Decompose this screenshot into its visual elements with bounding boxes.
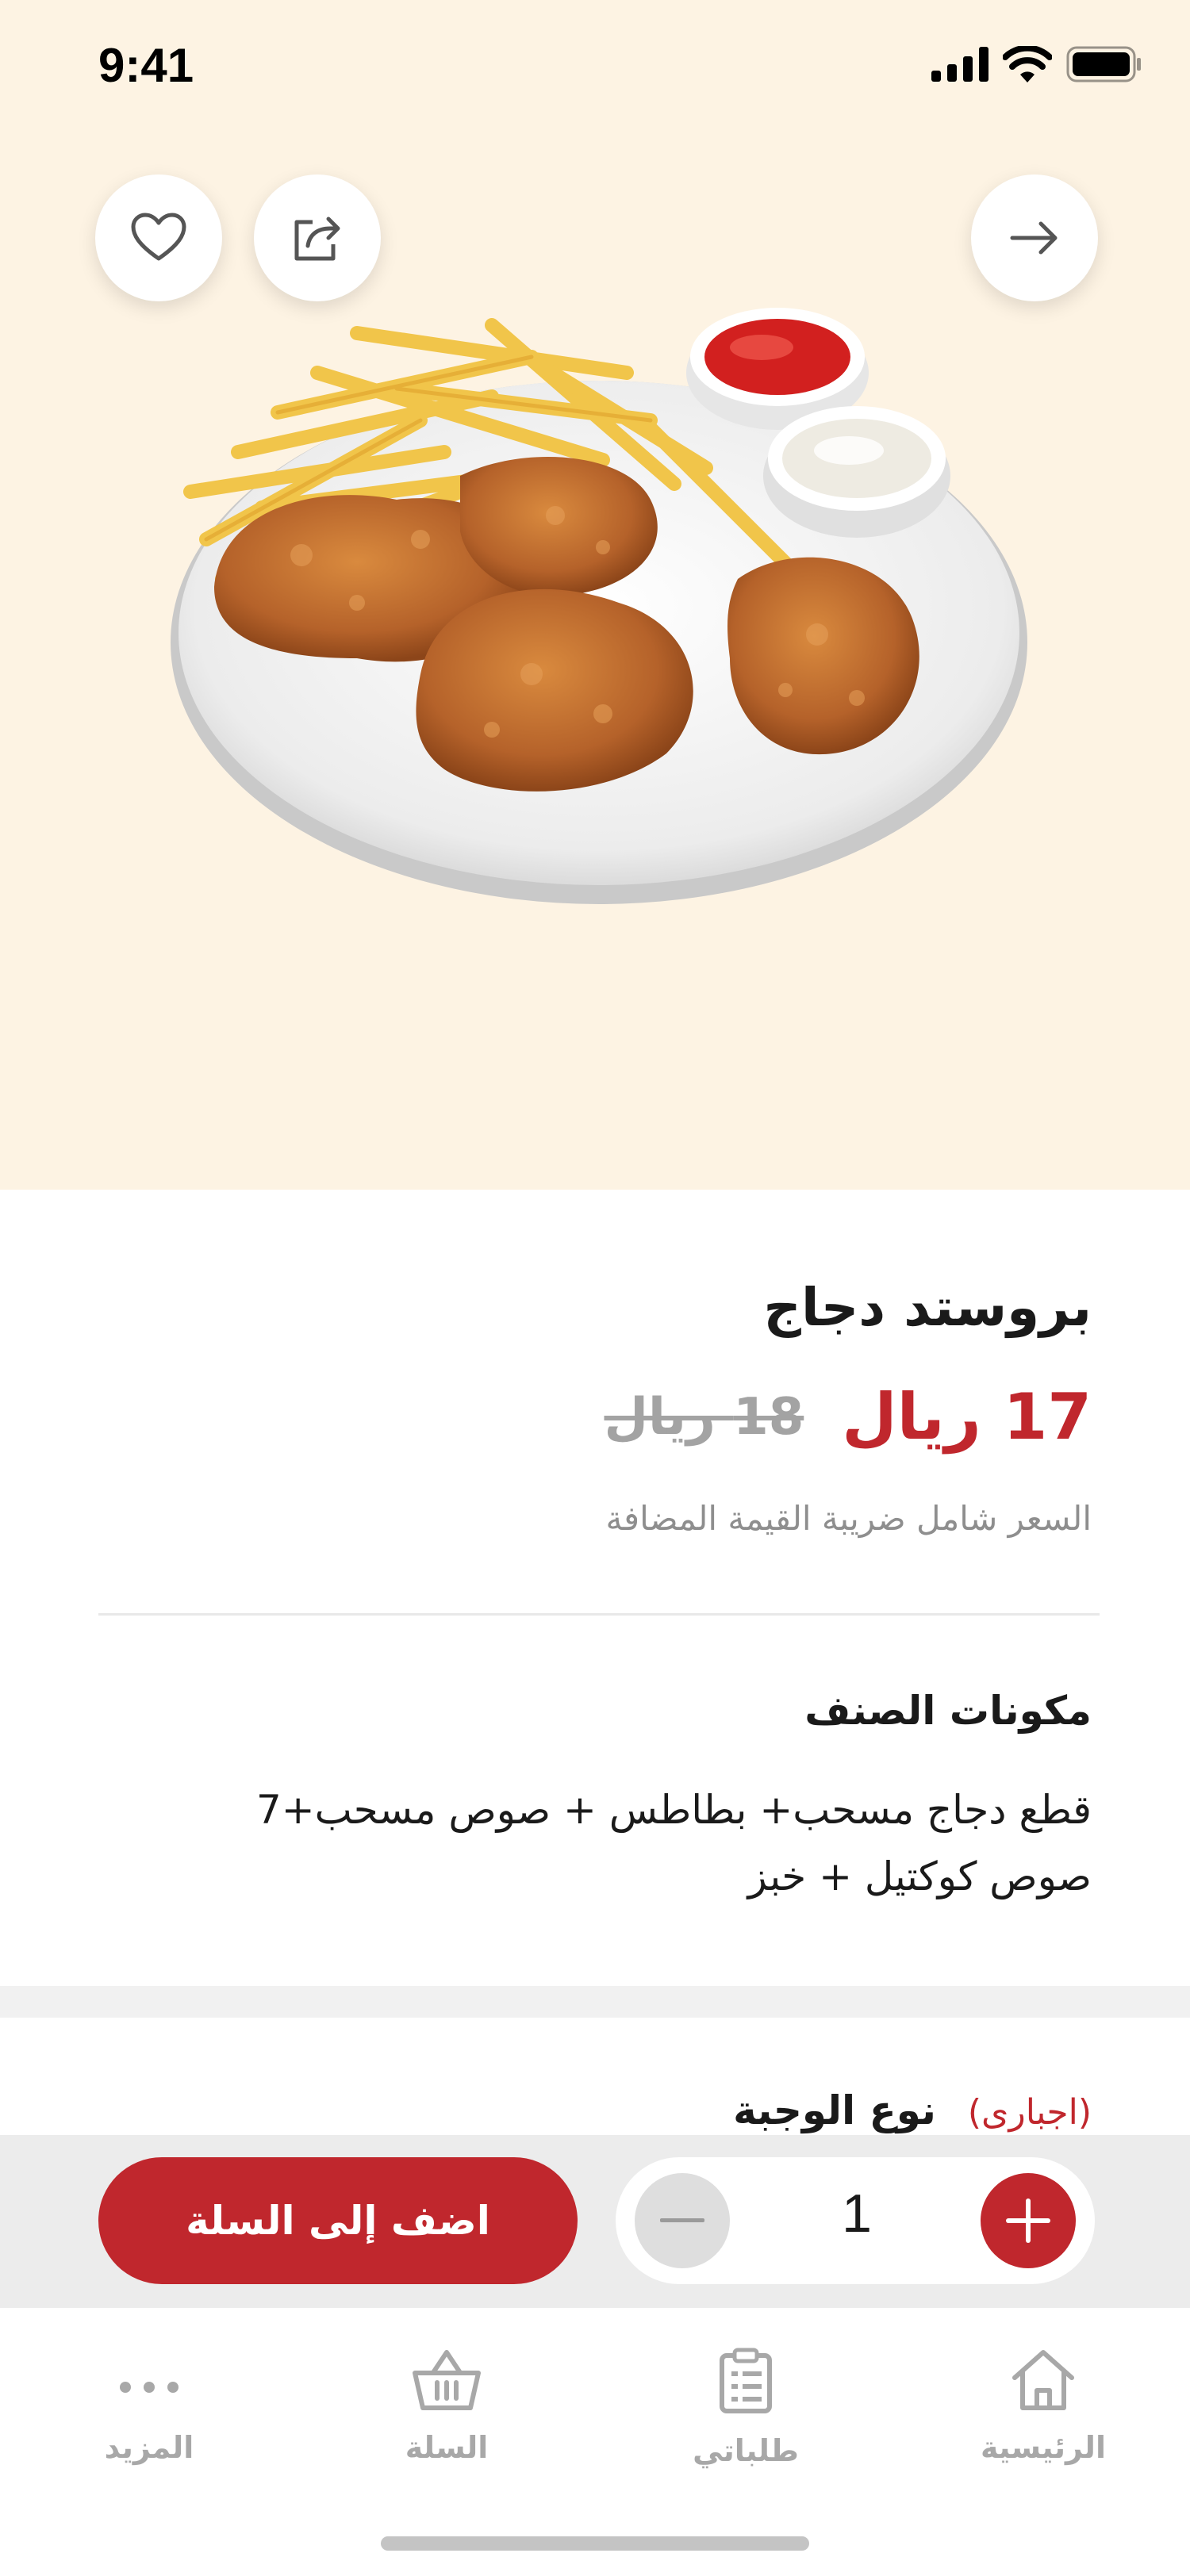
more-icon: [120, 2382, 178, 2393]
orders-icon: [720, 2348, 772, 2413]
nav-label-orders: طلباتي: [693, 2433, 799, 2468]
home-indicator: [381, 2536, 809, 2551]
heart-icon: [131, 213, 186, 261]
minus-icon: [660, 2218, 704, 2222]
nav-label-more: المزيد: [104, 2430, 194, 2465]
product-image: [171, 308, 1027, 904]
divider: [98, 1613, 1100, 1616]
nav-item-basket[interactable]: السلة: [328, 2348, 566, 2465]
back-button[interactable]: [971, 174, 1098, 301]
price-row: 17 ريال 18 ريال: [604, 1380, 1092, 1454]
signal-icon: [931, 47, 988, 82]
nav-item-more[interactable]: المزيد: [30, 2348, 268, 2465]
old-price: 18 ريال: [604, 1387, 804, 1447]
nav-label-basket: السلة: [405, 2430, 489, 2465]
favorite-button[interactable]: [95, 174, 222, 301]
status-time: 9:41: [98, 39, 194, 92]
share-button[interactable]: [254, 174, 381, 301]
ingredients-title: مكونات الصنف: [804, 1688, 1092, 1734]
meal-type-header: نوع الوجبة (اجبارى): [733, 2087, 1092, 2133]
meal-type-label: نوع الوجبة: [733, 2087, 936, 2133]
decrease-quantity-button[interactable]: [635, 2173, 730, 2268]
quantity-value: 1: [842, 2183, 872, 2244]
nav-label-home: الرئيسية: [981, 2430, 1106, 2465]
status-icons: [931, 46, 1142, 82]
wifi-icon: [1003, 46, 1052, 82]
current-price: 17 ريال: [842, 1380, 1092, 1454]
nav-item-orders[interactable]: طلباتي: [627, 2348, 865, 2468]
required-badge: (اجبارى): [967, 2092, 1092, 2133]
home-icon: [1012, 2350, 1074, 2410]
section-separator: [0, 1986, 1190, 2018]
product-title: بروستد دجاج: [763, 1277, 1092, 1338]
battery-icon: [1066, 46, 1141, 82]
ingredients-text: قطع دجاج مسحب+ بطاطس + صوص مسحب+7 صوص كو…: [255, 1787, 1092, 1899]
nav-item-home[interactable]: الرئيسية: [924, 2348, 1162, 2465]
share-icon: [294, 217, 340, 261]
basket-icon: [413, 2350, 481, 2410]
add-to-cart-button[interactable]: اضف إلى السلة: [98, 2157, 578, 2284]
plus-icon: [1006, 2198, 1050, 2243]
increase-quantity-button[interactable]: [981, 2173, 1076, 2268]
arrow-right-icon: [1010, 221, 1058, 255]
vat-note: السعر شامل ضريبة القيمة المضافة: [605, 1499, 1092, 1538]
